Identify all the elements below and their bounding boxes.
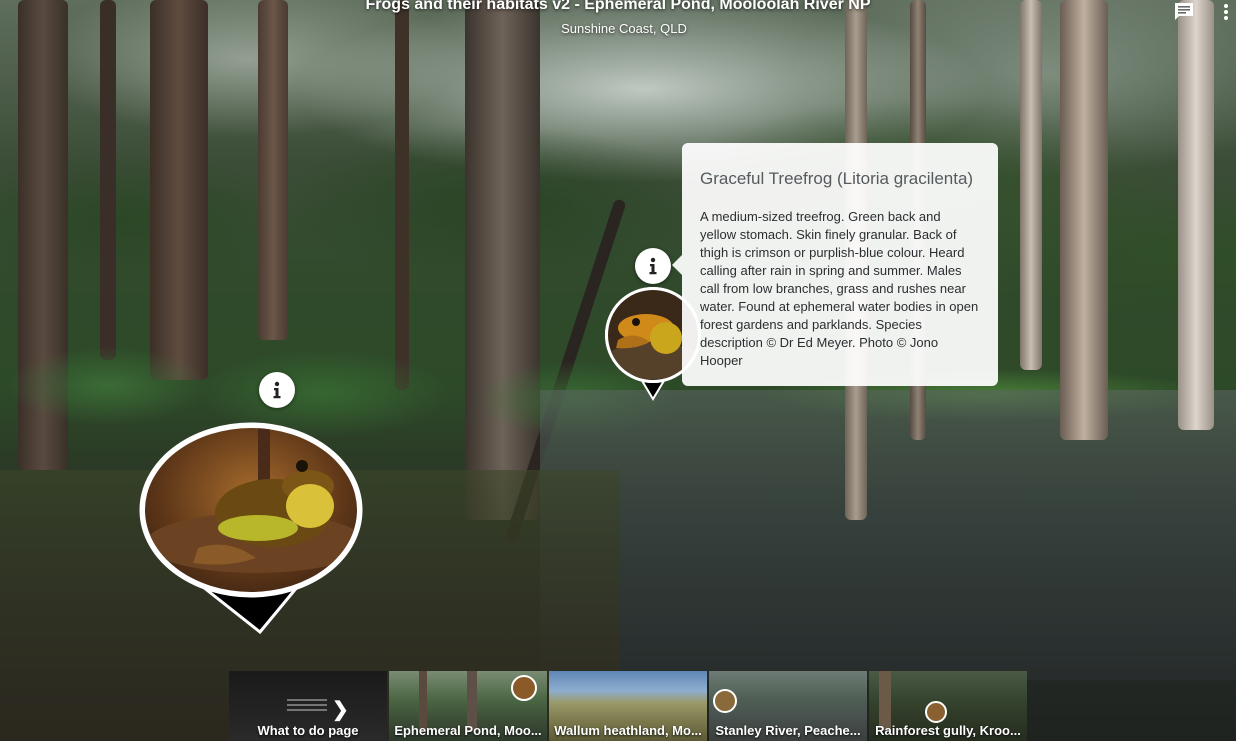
info-hotspot-button[interactable] <box>259 372 295 408</box>
tree-trunk <box>1020 0 1042 370</box>
scene-thumbnail-strip: ❯ What to do page Ephemeral Pond, Moo...… <box>229 671 1027 741</box>
info-card-title: Graceful Treefrog (Litoria gracilenta) <box>700 169 974 188</box>
tour-title: Frogs and their habitats v2 - Ephemeral … <box>365 0 871 13</box>
scene-thumbnail-ephemeral-pond[interactable]: Ephemeral Pond, Moo... <box>389 671 547 741</box>
info-card: Graceful Treefrog (Litoria gracilenta) A… <box>672 143 998 386</box>
more-vertical-icon <box>1219 4 1233 20</box>
info-hotspot-button[interactable] <box>635 248 671 284</box>
tree-trunk <box>1060 0 1108 440</box>
scene-thumbnail-wallum-heathland[interactable]: Wallum heathland, Mo... <box>549 671 707 741</box>
scene-thumbnail-label: Stanley River, Peache... <box>715 723 861 738</box>
scene-thumbnail-label: What to do page <box>257 723 359 738</box>
scene-thumbnail-label: Wallum heathland, Mo... <box>554 723 702 738</box>
info-icon <box>649 257 657 275</box>
frog-photo-hotspot[interactable] <box>138 418 368 636</box>
tree-trunk <box>258 0 288 340</box>
scene-thumbnail-stanley-river[interactable]: Stanley River, Peache... <box>709 671 867 741</box>
pond-water <box>540 390 1236 680</box>
scene-thumbnail-label: Ephemeral Pond, Moo... <box>394 723 542 738</box>
more-options-button[interactable] <box>1219 2 1233 24</box>
comment-button[interactable] <box>1173 2 1195 22</box>
scene-thumbnail-label: Rainforest gully, Kroo... <box>875 723 1021 738</box>
info-card-description: A medium-sized treefrog. Green back and … <box>700 209 979 368</box>
tree-trunk <box>100 0 116 360</box>
scene-thumbnail-what-to-do[interactable]: ❯ What to do page <box>229 671 387 741</box>
tree-trunk <box>1178 0 1214 430</box>
tree-trunk <box>150 0 208 380</box>
tour-subtitle: Sunshine Coast, QLD <box>561 21 687 36</box>
chevron-right-icon: ❯ <box>332 699 349 721</box>
info-icon <box>273 381 281 399</box>
scene-thumbnail-rainforest-gully[interactable]: Rainforest gully, Kroo... <box>869 671 1027 741</box>
comment-icon <box>1175 3 1193 20</box>
